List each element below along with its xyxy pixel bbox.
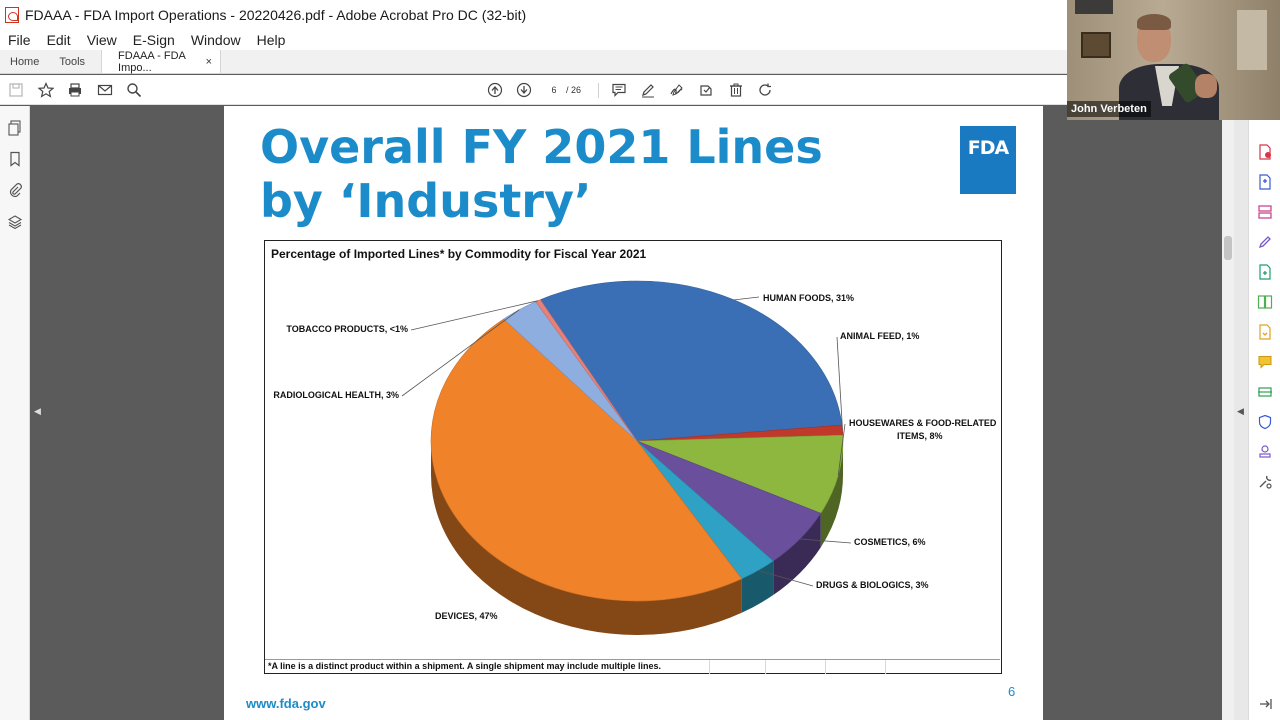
compare-files-icon[interactable] xyxy=(1257,294,1273,310)
edit-pdf-icon[interactable] xyxy=(1257,234,1273,250)
tab-tools[interactable]: Tools xyxy=(49,50,95,73)
menu-file[interactable]: File xyxy=(8,32,31,48)
print-icon[interactable] xyxy=(66,81,84,99)
menu-esign[interactable]: E-Sign xyxy=(133,32,175,48)
export-pdf-icon[interactable] xyxy=(1257,144,1273,160)
page-number-input[interactable]: 6 xyxy=(545,81,563,99)
toolbar-divider xyxy=(598,83,599,98)
bookmark-star-icon[interactable] xyxy=(37,81,55,99)
participant-name-tag: John Verbeten xyxy=(1067,101,1151,117)
tab-bar: Home Tools FDAAA - FDA Impo... × xyxy=(0,50,1067,74)
pie-slice-label-2: HOUSEWARES & FOOD-RELATED ITEMS, 8% xyxy=(849,418,997,441)
tab-document-label: FDAAA - FDA Impo... xyxy=(118,49,186,74)
pie-leader-line-0 xyxy=(734,296,760,301)
expand-pane-icon[interactable] xyxy=(1257,696,1273,712)
layers-icon[interactable] xyxy=(7,214,23,230)
video-picture-frame xyxy=(1081,32,1111,58)
slide-title: Overall FY 2021 Lines by ‘Industry’ xyxy=(260,120,823,228)
video-call-thumbnail[interactable]: John Verbeten xyxy=(1067,0,1280,120)
delete-icon[interactable] xyxy=(727,81,745,99)
video-wall-art xyxy=(1075,0,1113,14)
comment-tool-icon[interactable] xyxy=(1257,354,1273,370)
tab-document[interactable]: FDAAA - FDA Impo... × xyxy=(101,49,222,74)
export-file-icon[interactable] xyxy=(1257,324,1273,340)
chevron-left-icon: ◀ xyxy=(1237,406,1244,416)
pie-chart-frame: Percentage of Imported Lines* by Commodi… xyxy=(264,240,1002,674)
pie-chart: HUMAN FOODS, 31% ANIMAL FEED, 1% HOUSEWARE… xyxy=(273,280,997,635)
pie-slice-label-0: HUMAN FOODS, 31% xyxy=(763,293,854,303)
page-thumbnails-icon[interactable] xyxy=(7,120,23,136)
acrobat-pdf-icon xyxy=(5,7,19,23)
video-lamp xyxy=(1237,10,1267,70)
chart-footnote: *A line is a distinct product within a s… xyxy=(268,661,662,671)
close-tab-icon[interactable]: × xyxy=(206,56,212,68)
save-icon[interactable] xyxy=(7,81,25,99)
window-title-bar: FDAAA - FDA Import Operations - 20220426… xyxy=(0,0,1067,30)
protect-shield-icon[interactable] xyxy=(1257,414,1273,430)
pie-slice-label-5: DEVICES, 47% xyxy=(435,611,498,621)
highlight-pen-icon[interactable] xyxy=(639,81,657,99)
pie-slice-label-4: DRUGS & BIOLOGICS, 3% xyxy=(816,580,929,590)
combine-files-icon[interactable] xyxy=(1257,264,1273,280)
previous-page-icon[interactable] xyxy=(486,81,504,99)
pdf-page: Overall FY 2021 Lines by ‘Industry’ FDA … xyxy=(224,106,1043,720)
pie-slice-label-7: TOBACCO PRODUCTS, <1% xyxy=(286,324,408,334)
menu-view[interactable]: View xyxy=(87,32,117,48)
sign-icon[interactable] xyxy=(668,81,686,99)
menu-bar: File Edit View E-Sign Window Help xyxy=(0,30,1067,50)
menu-edit[interactable]: Edit xyxy=(47,32,71,48)
footnote-cell-divider xyxy=(825,660,826,674)
email-icon[interactable] xyxy=(96,81,114,99)
video-person-hair xyxy=(1137,14,1171,30)
left-navigation-pane xyxy=(0,106,30,720)
comment-icon[interactable] xyxy=(610,81,628,99)
footnote-cell-divider xyxy=(765,660,766,674)
slide-page-number: 6 xyxy=(1008,684,1016,699)
video-person-hand xyxy=(1195,74,1217,98)
scrollbar-thumb[interactable] xyxy=(1224,236,1232,260)
page-total-label: / 26 xyxy=(566,85,582,95)
tab-home[interactable]: Home xyxy=(0,50,49,73)
search-icon[interactable] xyxy=(125,81,143,99)
right-pane-collapse-handle[interactable]: ◀ xyxy=(1234,106,1248,720)
fda-website-link[interactable]: www.fda.gov xyxy=(246,696,326,711)
more-tools-icon[interactable] xyxy=(1257,474,1273,490)
window-title: FDAAA - FDA Import Operations - 20220426… xyxy=(25,7,527,23)
fda-logo: FDA xyxy=(960,126,1016,194)
footnote-cell-divider xyxy=(709,660,710,674)
create-pdf-icon[interactable] xyxy=(1257,174,1273,190)
menu-help[interactable]: Help xyxy=(257,32,286,48)
pie-slice-label-3: COSMETICS, 6% xyxy=(854,537,926,547)
chart-footnote-row: *A line is a distinct product within a s… xyxy=(265,659,1000,674)
footnote-cell-divider xyxy=(885,660,886,674)
vertical-scrollbar[interactable] xyxy=(1222,106,1234,720)
fill-sign-icon[interactable] xyxy=(697,81,715,99)
attachments-icon[interactable] xyxy=(7,182,23,198)
organize-pages-icon[interactable] xyxy=(1257,204,1273,220)
pie-slice-label-1: ANIMAL FEED, 1% xyxy=(840,331,919,341)
chevron-left-icon: ◀ xyxy=(34,406,41,416)
pie-slice-label-6: RADIOLOGICAL HEALTH, 3% xyxy=(273,390,399,400)
left-pane-collapse-handle[interactable]: ◀ xyxy=(30,106,44,720)
bookmarks-icon[interactable] xyxy=(7,151,23,167)
stamp-icon[interactable] xyxy=(1257,444,1273,460)
tools-pane xyxy=(1248,106,1280,720)
scan-ocr-icon[interactable] xyxy=(1257,384,1273,400)
menu-window[interactable]: Window xyxy=(191,32,241,48)
next-page-icon[interactable] xyxy=(515,81,533,99)
rotate-icon[interactable] xyxy=(756,81,774,99)
